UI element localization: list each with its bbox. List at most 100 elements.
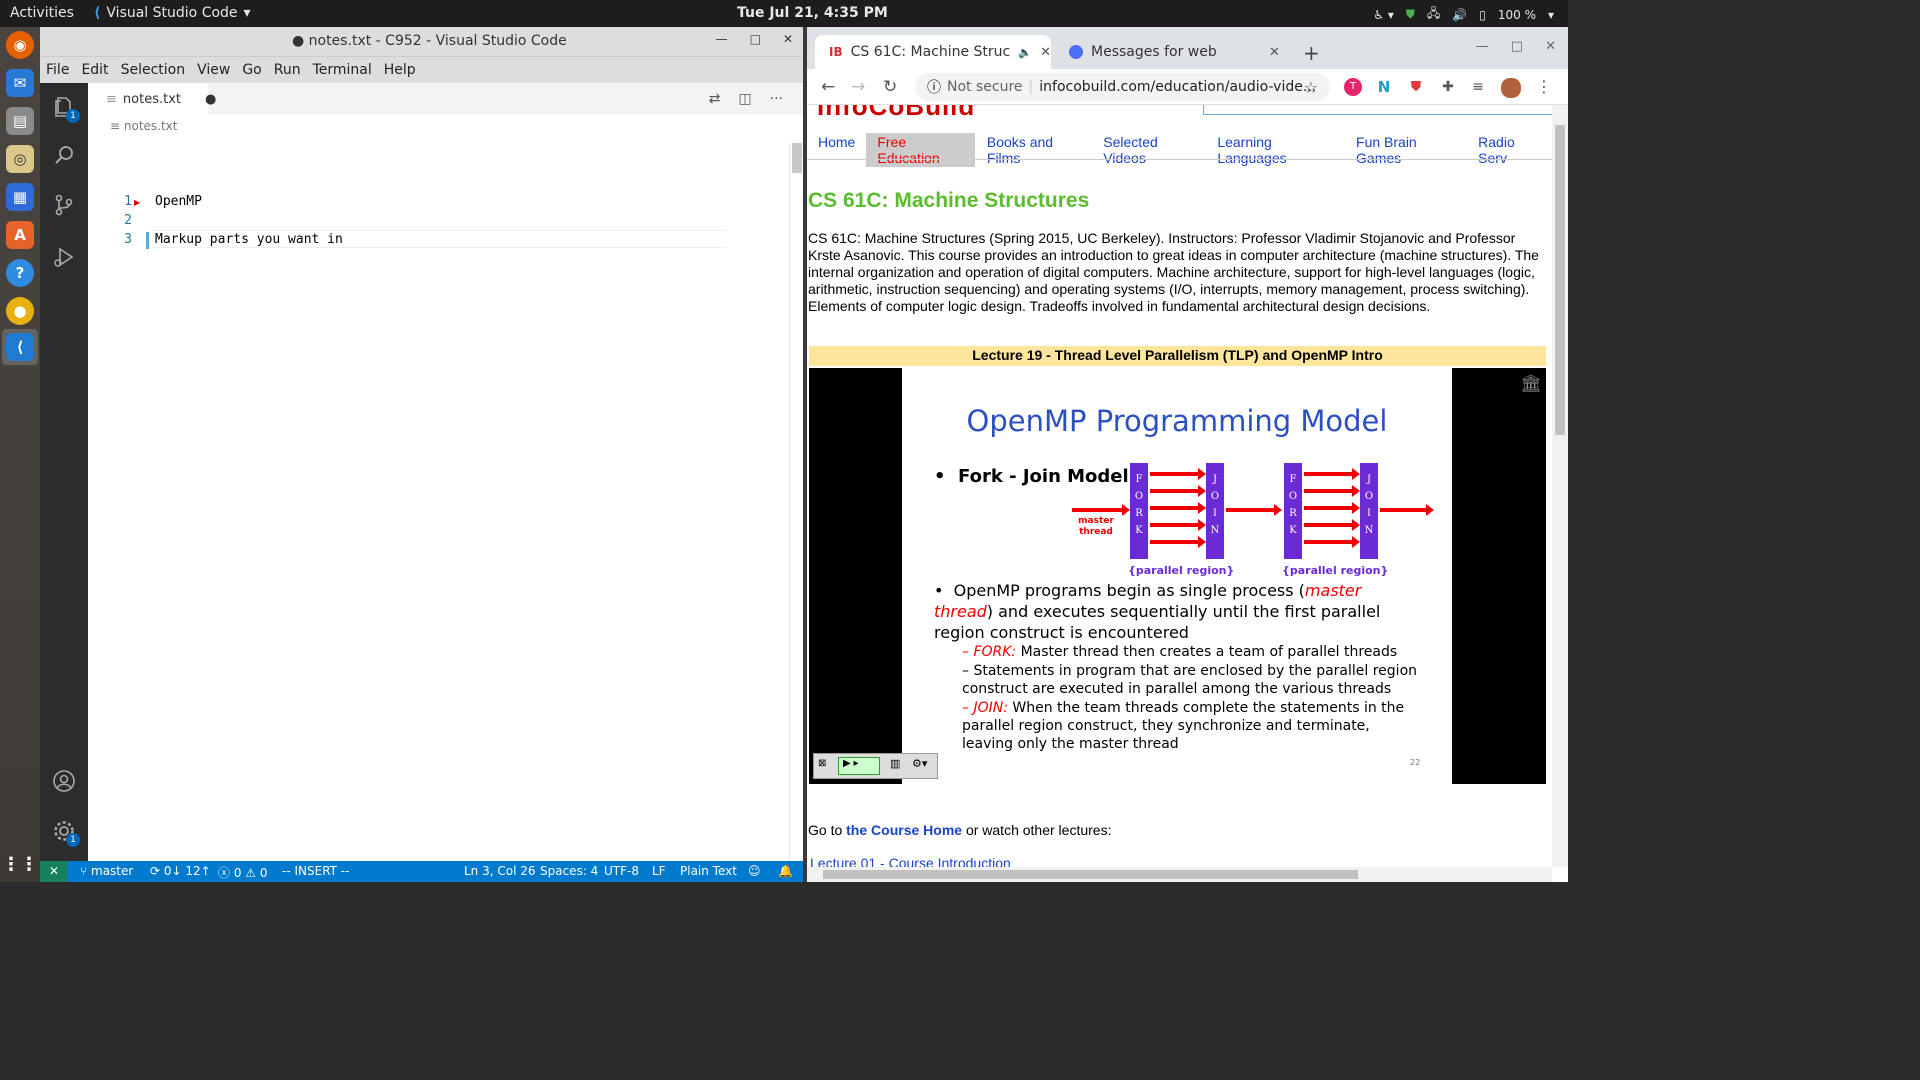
remote-icon[interactable]: ✕ — [40, 861, 68, 882]
site-logo[interactable]: InfoCoBuild — [817, 105, 975, 122]
shield-icon[interactable]: ⛊ — [1407, 78, 1425, 96]
address-bar[interactable]: ⓘ Not secure | infocobuild.com/education… — [915, 73, 1330, 101]
horizontal-scrollbar[interactable] — [807, 867, 1552, 882]
menu-help[interactable]: Help — [384, 62, 416, 78]
minimize-button[interactable]: — — [1476, 39, 1489, 54]
activities-button[interactable]: Activities — [10, 5, 74, 21]
sync-status[interactable]: ⟳ 0↓ 12↑ — [150, 864, 211, 878]
nav-radio[interactable]: Radio Serv — [1467, 133, 1552, 167]
site-search-box[interactable] — [1203, 105, 1552, 115]
show-apps-icon[interactable]: ⋮⋮ — [2, 850, 38, 878]
close-icon[interactable]: ⊠ — [818, 758, 826, 769]
puzzle-icon[interactable]: ✚ — [1439, 78, 1457, 96]
files-icon[interactable]: ▤ — [6, 107, 34, 135]
course-home-link[interactable]: the Course Home — [846, 822, 962, 838]
editor-scrollbar[interactable] — [789, 143, 803, 861]
avatar[interactable] — [1501, 78, 1521, 98]
minimize-button[interactable]: — — [716, 32, 728, 46]
menu-terminal[interactable]: Terminal — [313, 62, 372, 78]
rhythmbox-icon[interactable]: ◎ — [6, 145, 34, 173]
video-player[interactable]: OpenMP Programming Model • Fork - Join M… — [809, 368, 1546, 784]
chevron-down-icon[interactable]: ▾ — [1548, 8, 1554, 22]
archive-icon[interactable]: 🏛 — [1520, 374, 1542, 394]
nav-home[interactable]: Home — [807, 133, 865, 167]
unsaved-dot-icon[interactable]: ● — [205, 92, 216, 107]
app-menu[interactable]: ⟨ Visual Studio Code ▾ — [94, 5, 251, 21]
lecture-link[interactable]: Lecture 01 - Course Introduction — [810, 855, 1011, 867]
search-icon[interactable] — [52, 143, 76, 167]
reload-button[interactable]: ↻ — [883, 77, 897, 97]
security-label[interactable]: Not secure — [947, 79, 1023, 95]
settings-icon[interactable]: ⚙▾ — [912, 757, 927, 770]
account-icon[interactable] — [52, 769, 76, 793]
breadcrumb[interactable]: ≡ notes.txt — [110, 119, 178, 133]
more-actions-icon[interactable]: ··· — [770, 91, 783, 107]
battery-icon[interactable]: ▯ — [1479, 8, 1486, 22]
system-tray[interactable]: ♿ ▾ ⛊ 🖧 🔊 ▯ 100 % ▾ — [1373, 4, 1554, 25]
clock[interactable]: Tue Jul 21, 4:35 PM — [737, 5, 888, 21]
menu-file[interactable]: File — [46, 62, 69, 78]
scrollbar-thumb[interactable] — [1555, 125, 1565, 435]
source-control-icon[interactable] — [52, 193, 76, 217]
forward-button[interactable]: → — [851, 77, 865, 97]
help-icon[interactable]: ? — [6, 259, 34, 287]
tab-notes-txt[interactable]: ≡ notes.txt ● — [88, 83, 216, 115]
close-tab-icon[interactable]: ✕ — [1269, 45, 1280, 60]
info-icon[interactable]: ⓘ — [927, 77, 941, 97]
run-debug-icon[interactable] — [52, 245, 76, 269]
menu-run[interactable]: Run — [274, 62, 301, 78]
close-button[interactable]: ✕ — [783, 32, 793, 46]
writer-icon[interactable]: ▦ — [6, 183, 34, 211]
indentation[interactable]: Spaces: 4 — [540, 864, 598, 878]
cursor-position[interactable]: Ln 3, Col 26 — [464, 864, 536, 878]
compare-icon[interactable]: ⇄ — [709, 91, 721, 107]
software-center-icon[interactable]: A — [6, 221, 34, 249]
language-mode[interactable]: Plain Text — [680, 864, 737, 878]
menu-go[interactable]: Go — [242, 62, 261, 78]
feedback-icon[interactable]: ☺ — [748, 864, 761, 878]
nav-selected-videos[interactable]: Selected Videos — [1092, 133, 1206, 167]
firefox-icon[interactable]: ◉ — [6, 31, 34, 59]
code-line[interactable]: OpenMP — [155, 194, 202, 209]
scrollbar-thumb[interactable] — [792, 143, 802, 173]
split-editor-icon[interactable]: ◫ — [738, 91, 751, 107]
nav-fun-brain-games[interactable]: Fun Brain Games — [1345, 133, 1467, 167]
speaker-icon[interactable]: 🔈 — [1018, 46, 1032, 59]
menu-view[interactable]: View — [197, 62, 230, 78]
extension-icon[interactable]: N — [1375, 78, 1393, 96]
vscode-dock-icon[interactable]: ⟨ — [6, 333, 34, 361]
problems-status[interactable]: ⓧ 0 ⚠ 0 — [218, 864, 268, 881]
url-text[interactable]: infocobuild.com/education/audio-vide... — [1039, 79, 1316, 95]
fold-marker-icon[interactable]: ▶ — [134, 198, 140, 207]
page-scrollbar[interactable] — [1552, 105, 1568, 867]
play-button[interactable]: ▶ ▸ — [838, 757, 880, 775]
media-icon[interactable]: ≡ — [1469, 78, 1487, 96]
more-menu-icon[interactable]: ⋮ — [1535, 78, 1553, 96]
code-line[interactable]: Markup parts you want in — [155, 232, 343, 247]
bell-icon[interactable]: 🔔 — [778, 864, 793, 878]
network-icon[interactable]: 🖧 — [1427, 4, 1440, 25]
branch-status[interactable]: ⑂ master — [80, 864, 133, 878]
star-icon[interactable]: ☆ — [1304, 78, 1318, 97]
chrome-icon[interactable]: ● — [6, 297, 34, 325]
maximize-button[interactable]: □ — [1511, 39, 1523, 54]
close-tab-icon[interactable]: ✕ — [1040, 45, 1051, 60]
close-button[interactable]: ✕ — [1545, 39, 1556, 54]
nav-books-films[interactable]: Books and Films — [976, 133, 1092, 167]
nav-learning-languages[interactable]: Learning Languages — [1206, 133, 1345, 167]
accessibility-icon[interactable]: ♿ ▾ — [1373, 8, 1394, 22]
scrollbar-thumb[interactable] — [823, 870, 1358, 879]
encoding[interactable]: UTF-8 — [604, 864, 639, 878]
shield-icon[interactable]: ⛊ — [1406, 7, 1415, 22]
menu-edit[interactable]: Edit — [81, 62, 108, 78]
tab-cs61c[interactable]: IB CS 61C: Machine Struc 🔈 ✕ — [815, 35, 1051, 69]
vscode-titlebar[interactable]: ● notes.txt - C952 - Visual Studio Code … — [40, 27, 803, 57]
equalizer-icon[interactable]: ▥ — [890, 757, 900, 770]
nav-free-education[interactable]: Free Education — [866, 133, 975, 167]
thunderbird-icon[interactable]: ✉ — [6, 69, 34, 97]
tab-messages[interactable]: Messages for web ✕ — [1055, 35, 1291, 69]
back-button[interactable]: ← — [821, 77, 835, 97]
new-tab-button[interactable]: + — [1303, 41, 1320, 65]
maximize-button[interactable]: □ — [750, 32, 761, 46]
volume-icon[interactable]: 🔊 — [1452, 8, 1467, 22]
